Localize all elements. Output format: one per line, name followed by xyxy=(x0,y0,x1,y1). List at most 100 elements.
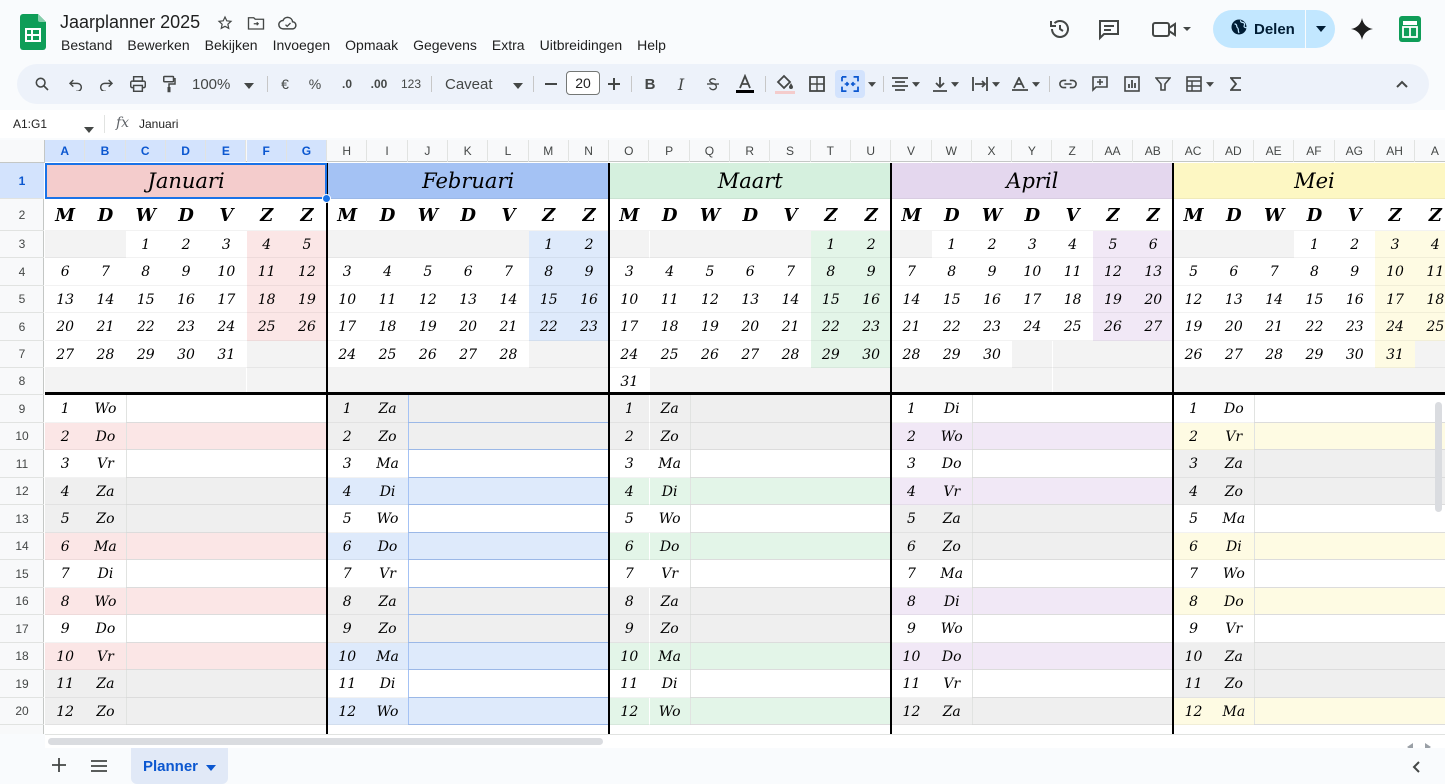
day-number[interactable]: 6 xyxy=(891,533,932,560)
day-name[interactable]: Zo xyxy=(931,533,972,560)
day-notes-cell[interactable] xyxy=(971,698,1174,725)
sheet-tab-dropdown-icon[interactable] xyxy=(206,758,217,775)
menu-gegevens[interactable]: Gegevens xyxy=(413,36,477,54)
calendar-day[interactable]: 14 xyxy=(770,286,811,313)
calendar-day[interactable]: 31 xyxy=(206,341,247,368)
weekday-letter[interactable]: M xyxy=(327,199,367,231)
text-color-icon[interactable] xyxy=(733,72,757,96)
calendar-day[interactable]: 18 xyxy=(1415,286,1445,313)
weekday-letter[interactable]: D xyxy=(1294,199,1334,231)
calendar-day[interactable]: 17 xyxy=(1012,286,1053,313)
day-notes-cell[interactable] xyxy=(125,450,328,478)
day-notes-cell[interactable] xyxy=(971,588,1174,615)
day-notes-cell[interactable] xyxy=(407,423,610,450)
document-title[interactable]: Jaarplanner 2025 xyxy=(60,12,200,33)
calendar-day[interactable]: 22 xyxy=(1294,313,1335,341)
name-box-dropdown-icon[interactable] xyxy=(84,120,94,138)
calendar-day[interactable]: 4 xyxy=(367,258,408,286)
day-notes-cell[interactable] xyxy=(1254,533,1445,560)
calendar-empty[interactable] xyxy=(1052,341,1093,368)
day-number[interactable]: 1 xyxy=(1173,395,1214,423)
day-number[interactable]: 3 xyxy=(1173,450,1214,478)
column-header[interactable]: D xyxy=(165,140,207,162)
day-number[interactable]: 1 xyxy=(891,395,932,423)
day-number[interactable]: 6 xyxy=(1173,533,1214,560)
calendar-day[interactable]: 10 xyxy=(609,286,650,313)
calendar-day[interactable]: 9 xyxy=(1334,258,1375,286)
day-name[interactable]: Ma xyxy=(1213,505,1254,533)
day-name[interactable]: Za xyxy=(931,505,972,533)
day-notes-cell[interactable] xyxy=(971,533,1174,560)
day-notes-cell[interactable] xyxy=(1254,395,1445,423)
day-name[interactable]: Di xyxy=(85,560,126,588)
weekday-letter[interactable]: Z xyxy=(811,199,851,231)
column-header[interactable]: R xyxy=(730,140,771,162)
calendar-empty[interactable] xyxy=(407,368,448,395)
calendar-empty[interactable] xyxy=(1374,368,1416,395)
day-notes-cell[interactable] xyxy=(1254,698,1445,725)
row-header[interactable]: 12 xyxy=(0,478,44,505)
day-number[interactable]: 9 xyxy=(327,615,368,643)
weekday-letter[interactable]: V xyxy=(770,199,810,231)
day-name[interactable]: Do xyxy=(931,643,972,670)
column-header[interactable]: V xyxy=(891,140,932,162)
weekday-letter[interactable]: D xyxy=(85,199,125,231)
day-name[interactable]: Di xyxy=(367,670,408,698)
calendar-day[interactable]: 5 xyxy=(407,258,448,286)
calendar-day[interactable]: 25 xyxy=(367,341,408,368)
calendar-day[interactable]: 30 xyxy=(165,341,207,368)
calendar-day[interactable]: 27 xyxy=(730,341,771,368)
weekday-letter[interactable]: Z xyxy=(1375,199,1415,231)
collapse-toolbar-icon[interactable] xyxy=(1391,72,1413,96)
name-box[interactable]: A1:G1 xyxy=(13,117,47,131)
calendar-empty[interactable] xyxy=(1173,368,1214,395)
calendar-empty[interactable] xyxy=(851,368,892,395)
calendar-empty[interactable] xyxy=(286,368,328,395)
column-header[interactable]: AE xyxy=(1254,140,1295,162)
day-notes-cell[interactable] xyxy=(125,423,328,450)
calendar-day[interactable]: 22 xyxy=(125,313,166,341)
calendar-empty[interactable] xyxy=(488,368,529,395)
weekday-letter[interactable]: W xyxy=(690,199,730,231)
calendar-day[interactable]: 16 xyxy=(1334,286,1375,313)
weekday-letter[interactable]: M xyxy=(609,199,649,231)
day-number[interactable]: 2 xyxy=(891,423,932,450)
weekday-letter[interactable]: D xyxy=(1012,199,1052,231)
day-number[interactable]: 2 xyxy=(1173,423,1214,450)
day-name[interactable]: Za xyxy=(649,588,690,615)
day-name[interactable]: Zo xyxy=(85,505,126,533)
calendar-day[interactable]: 12 xyxy=(286,258,328,286)
strikethrough-icon[interactable] xyxy=(702,72,724,96)
percent-format-button[interactable]: % xyxy=(305,72,325,96)
calendar-day[interactable]: 8 xyxy=(528,258,569,286)
calendar-day[interactable]: 4 xyxy=(1052,231,1093,258)
day-notes-cell[interactable] xyxy=(125,615,328,643)
day-notes-cell[interactable] xyxy=(1254,478,1445,505)
day-name[interactable]: Za xyxy=(649,395,690,423)
day-number[interactable]: 4 xyxy=(45,478,86,505)
day-notes-cell[interactable] xyxy=(407,670,610,698)
day-name[interactable]: Ma xyxy=(649,643,690,670)
calendar-empty[interactable] xyxy=(1052,368,1093,395)
calendar-empty[interactable] xyxy=(327,368,368,395)
column-header[interactable]: AB xyxy=(1133,140,1174,162)
calendar-day[interactable]: 2 xyxy=(165,231,207,258)
calendar-day[interactable]: 21 xyxy=(770,313,811,341)
calendar-empty[interactable] xyxy=(971,368,1013,395)
day-notes-cell[interactable] xyxy=(1254,670,1445,698)
day-number[interactable]: 9 xyxy=(1173,615,1214,643)
day-name[interactable]: Do xyxy=(1213,588,1254,615)
day-notes-cell[interactable] xyxy=(407,478,610,505)
day-number[interactable]: 12 xyxy=(891,698,932,725)
calendar-day[interactable]: 2 xyxy=(851,231,892,258)
calendar-day[interactable]: 16 xyxy=(971,286,1013,313)
row-header[interactable]: 3 xyxy=(0,231,44,258)
calendar-empty[interactable] xyxy=(1012,341,1053,368)
day-number[interactable]: 5 xyxy=(327,505,368,533)
calendar-day[interactable]: 24 xyxy=(206,313,247,341)
day-number[interactable]: 4 xyxy=(609,478,650,505)
calendar-day[interactable]: 22 xyxy=(810,313,851,341)
day-name[interactable]: Za xyxy=(85,478,126,505)
day-number[interactable]: 8 xyxy=(1173,588,1214,615)
calendar-day[interactable]: 26 xyxy=(689,341,731,368)
